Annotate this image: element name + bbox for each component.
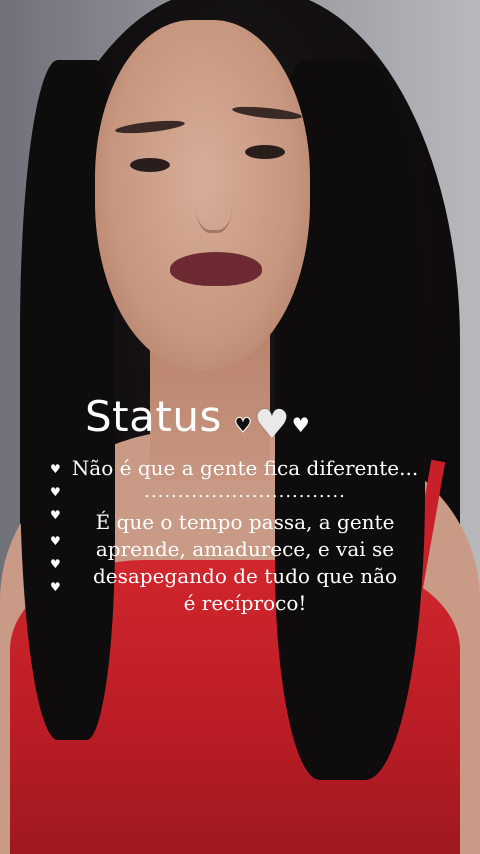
- status-title: Status: [85, 392, 222, 441]
- white-heart-icon: ♥: [234, 413, 253, 438]
- mesh-heart-icon: ♥: [253, 402, 290, 448]
- small-heart-icon: ♥: [50, 580, 61, 594]
- small-heart-icon: ♥: [50, 557, 61, 571]
- message-line: aprende, amadurece, e vai se: [95, 537, 395, 561]
- dotted-divider: ..............................: [144, 481, 346, 502]
- message-line: É que o tempo passa, a gente: [95, 510, 395, 534]
- message-line: é recíproco!: [183, 591, 307, 615]
- title-hearts: ♥ ♥ ♥: [234, 402, 310, 448]
- status-message: Não é que a gente fica diferente... ....…: [70, 455, 420, 617]
- small-heart-icon: ♥: [50, 534, 61, 548]
- small-heart-icon: ♥: [50, 485, 61, 499]
- small-heart-icon: ♥: [50, 462, 61, 476]
- white-heart-icon: ♥: [291, 413, 310, 437]
- status-overlay: Status ♥ ♥ ♥ ♥ ♥ ♥ ♥ ♥ ♥ Não é que a gen…: [0, 0, 480, 854]
- small-heart-icon: ♥: [50, 508, 61, 522]
- message-line: desapegando de tudo que não: [92, 564, 398, 588]
